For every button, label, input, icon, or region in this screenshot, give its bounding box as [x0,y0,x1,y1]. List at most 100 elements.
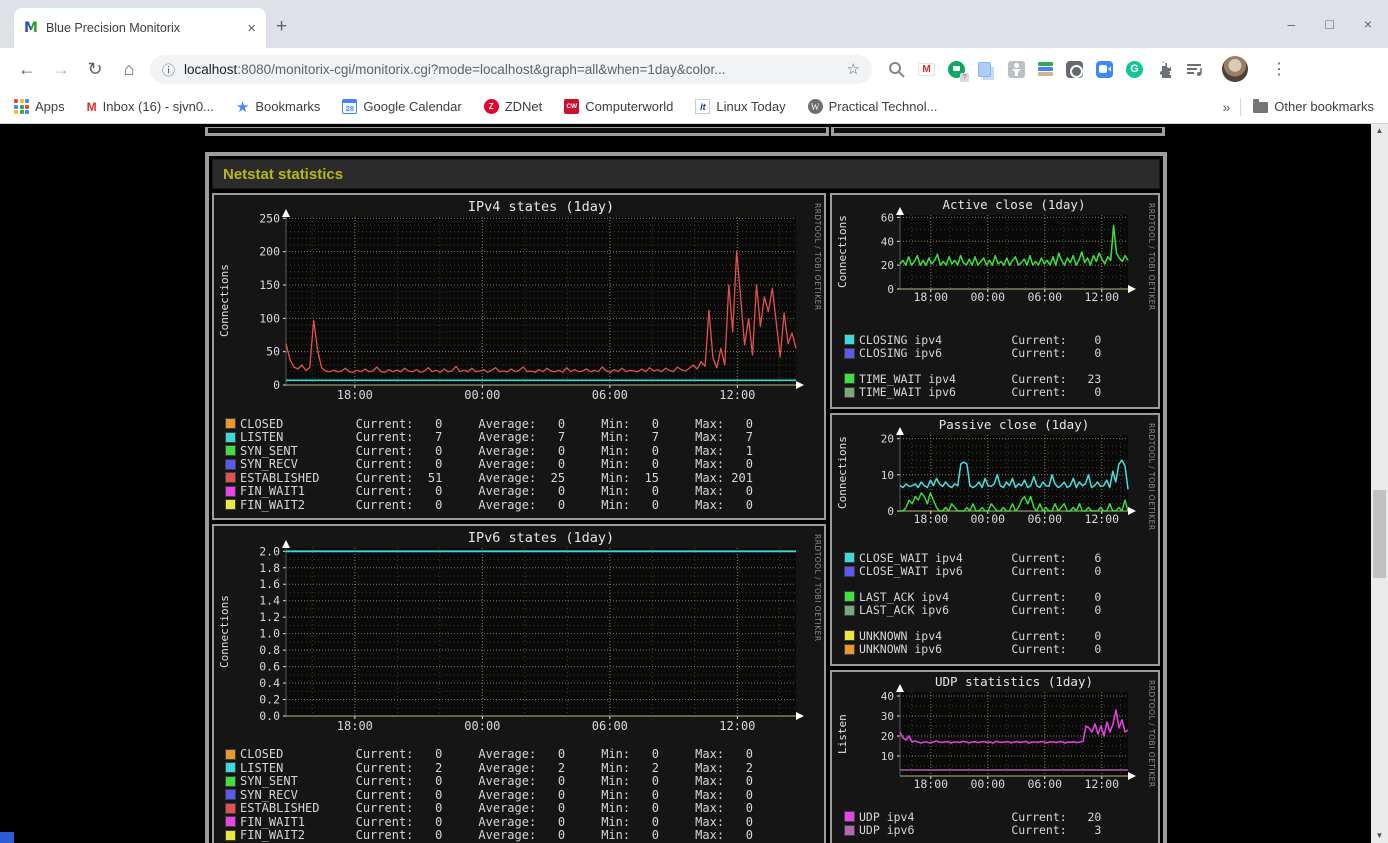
bookmark-star-icon[interactable]: ☆ [847,60,860,78]
gmail-extension-icon[interactable]: M [918,62,935,76]
svg-text:18:00: 18:00 [913,777,948,791]
reload-icon[interactable]: ↻ [78,59,112,80]
browser-window: M Blue Precision Monitorix × + – □ × ← →… [0,0,1388,843]
legend-row: ESTABLISHED Current: 51 Average: 25 Min:… [225,471,824,485]
svg-text:06:00: 06:00 [1027,777,1062,791]
chart-title: Passive close (1day) [939,417,1090,432]
bookmark-zdnet[interactable]: Z ZDNet [483,99,543,114]
scrollbar-thumb[interactable] [1373,490,1386,578]
svg-text:1.0: 1.0 [259,626,280,640]
bookmark-bookmarks[interactable]: ★ Bookmarks [236,98,320,116]
grammarly-extension-icon[interactable]: G [1126,60,1143,78]
new-tab-button[interactable]: + [276,16,287,38]
page-scrollbar[interactable]: ▲ ▼ [1371,124,1388,843]
meet-chat-extension-icon[interactable]: ? [948,60,969,82]
playlist-extension-icon[interactable] [1186,62,1203,77]
svg-text:06:00: 06:00 [1027,512,1062,526]
legend-row: LISTEN Current: 2 Average: 2 Min: 2 Max:… [225,761,824,775]
svg-text:00:00: 00:00 [970,512,1005,526]
profile-avatar[interactable] [1222,56,1248,82]
svg-text:10: 10 [881,469,894,482]
url-bar[interactable]: ⓘ localhost:8080/monitorix-cgi/monitorix… [150,54,872,84]
chart-legend: CLOSED Current: 0 Average: 0 Min: 0 Max:… [225,747,824,842]
scrollbar-down-icon[interactable]: ▼ [1371,829,1388,843]
search-extension-icon[interactable] [888,61,905,78]
chart-title: UDP statistics (1day) [935,674,1093,689]
minimize-button[interactable]: – [1288,16,1296,32]
svg-text:250: 250 [259,211,280,225]
browser-tab[interactable]: M Blue Precision Monitorix × [14,8,266,48]
legend-row: SYN_RECV Current: 0 Average: 0 Min: 0 Ma… [225,788,824,802]
bookmark-google-calendar[interactable]: 28 Google Calendar [342,99,462,114]
legend-row: FIN_WAIT1 Current: 0 Average: 0 Min: 0 M… [225,484,824,498]
chart-title: IPv6 states (1day) [468,530,614,546]
book-stack-extension-icon[interactable] [1038,62,1053,76]
maximize-button[interactable]: □ [1325,16,1333,32]
legend-row: SYN_RECV Current: 0 Average: 0 Min: 0 Ma… [225,457,824,471]
apps-grid-icon [14,99,29,114]
chart-panel-udp-statistics: 10 20 30 40 18:00 00:00 06:00 12:00 UDP statisti… [830,670,1160,843]
extensions-row: M ? G ⋮ [888,56,1287,82]
bookmark-label: Bookmarks [255,99,321,114]
puzzle-extensions-icon[interactable] [1156,61,1173,78]
accessibility-extension-icon[interactable] [1008,60,1025,78]
bookmark-linux-today[interactable]: lt Linux Today [695,99,786,114]
legend-swatch [225,775,236,787]
other-bookmarks[interactable]: Other bookmarks [1253,99,1374,114]
legend-row: TIME_WAIT ipv4 Current: 23 [844,372,1158,386]
chart-ipv4-states: 0 50 100 150 200 250 18:00 00:00 06:00 12:00 IPv4 … [259,199,804,402]
legend-row: TIME_WAIT ipv6 Current: 0 [844,385,1158,399]
bookmark-label: ZDNet [504,99,543,114]
tab-close-icon[interactable]: × [247,20,256,37]
previous-panel-right [831,127,1165,136]
svg-text:06:00: 06:00 [592,388,628,402]
svg-text:18:00: 18:00 [337,719,373,733]
chart-legend: CLOSING ipv4 Current: 0 CLOSING ipv6 Curr… [844,333,1158,399]
previous-panel-left [205,127,829,136]
svg-text:150: 150 [259,278,280,292]
svg-text:00:00: 00:00 [970,290,1005,304]
svg-text:1.2: 1.2 [259,610,280,624]
legend-swatch [844,386,855,398]
legend-swatch [225,499,236,511]
svg-text:0.2: 0.2 [259,692,280,706]
svg-text:06:00: 06:00 [1027,290,1062,304]
url-text[interactable]: localhost:8080/monitorix-cgi/monitorix.c… [184,62,838,77]
page-info-icon[interactable]: ⓘ [162,60,175,79]
legend-swatch [225,748,236,760]
legend-swatch [225,485,236,497]
svg-text:1.4: 1.4 [259,593,280,607]
legend-swatch [844,811,855,823]
pocket-extension-icon[interactable] [1066,60,1083,78]
gmail-icon: M [86,99,97,114]
home-icon[interactable]: ⌂ [112,59,146,80]
corner-indicator [0,832,14,843]
linux-today-icon: lt [695,99,711,114]
legend-swatch [225,816,236,828]
browser-menu-icon[interactable]: ⋮ [1271,59,1287,79]
svg-text:12:00: 12:00 [719,719,755,733]
chart-legend: CLOSED Current: 0 Average: 0 Min: 0 Max:… [225,417,824,512]
legend-swatch [225,431,236,443]
browser-toolbar: ← → ↻ ⌂ ⓘ localhost:8080/monitorix-cgi/m… [0,48,1388,90]
chart-panel-passive-close: 0 10 20 18:00 00:00 06:00 12:00 Passive close (… [830,413,1160,666]
bookmark-label: Computerworld [585,99,674,114]
bookmark-apps[interactable]: Apps [14,99,65,114]
svg-text:100: 100 [259,311,280,325]
bookmarks-overflow-icon[interactable]: » [1223,99,1231,115]
forward-icon[interactable]: → [44,59,78,80]
bookmark-inbox[interactable]: M Inbox (16) - sjvn0... [87,99,214,114]
window-close-button[interactable]: × [1364,16,1372,32]
svg-text:10: 10 [881,750,894,763]
copy-docs-extension-icon[interactable] [978,61,991,77]
bookmark-practical-technology[interactable]: W Practical Technol... [807,99,937,114]
legend-row: LAST_ACK ipv6 Current: 0 [844,603,1158,617]
bookmark-computerworld[interactable]: CW Computerworld [564,99,673,114]
titlebar: M Blue Precision Monitorix × + – □ × [0,0,1388,48]
legend-swatch [225,472,236,484]
zoom-extension-icon[interactable] [1096,60,1113,78]
scrollbar-up-icon[interactable]: ▲ [1371,124,1388,138]
svg-text:12:00: 12:00 [719,388,755,402]
chart-panel-ipv4-states: 0 50 100 150 200 250 18:00 00:00 06:00 12:00 IPv4 … [212,193,826,520]
back-icon[interactable]: ← [10,59,44,80]
